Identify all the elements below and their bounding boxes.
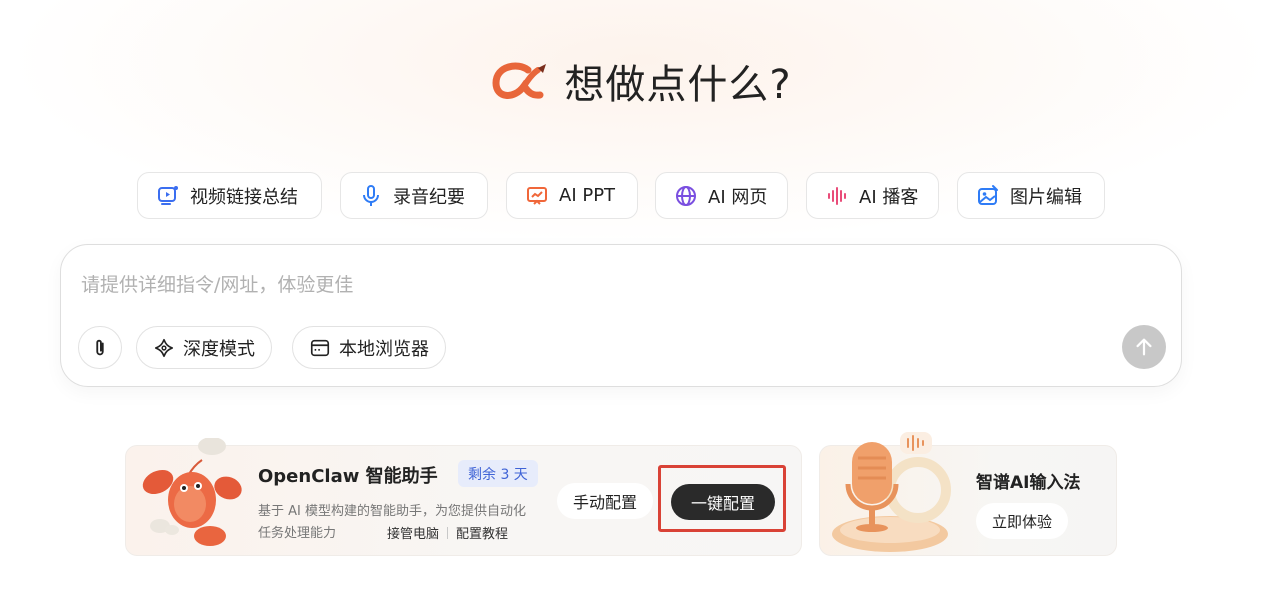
presentation-icon bbox=[527, 186, 547, 205]
image-edit-icon bbox=[978, 184, 998, 205]
chip-label: AI 网页 bbox=[708, 186, 768, 208]
chip-label: AI PPT bbox=[559, 185, 616, 206]
chip-label: 图片编辑 bbox=[1010, 186, 1082, 208]
chip-label: 录音纪要 bbox=[393, 186, 465, 208]
one-click-config-button[interactable]: 一键配置 bbox=[671, 484, 775, 520]
chip-image-edit[interactable]: 图片编辑 bbox=[957, 172, 1105, 219]
manual-config-button[interactable]: 手动配置 bbox=[557, 483, 654, 519]
hero: 想做点什么? bbox=[0, 52, 1280, 110]
deep-mode-icon bbox=[154, 338, 174, 357]
ime-title: 智谱AI输入法 bbox=[976, 473, 1081, 493]
ime-card: 智谱AI输入法 立即体验 bbox=[819, 432, 1117, 556]
arrow-up-icon bbox=[1136, 338, 1152, 356]
chip-ai-ppt[interactable]: AI PPT bbox=[506, 172, 638, 219]
takeover-computer-link[interactable]: 接管电脑 bbox=[387, 523, 439, 542]
try-now-button[interactable]: 立即体验 bbox=[976, 503, 1069, 539]
chip-ai-webpage[interactable]: AI 网页 bbox=[655, 172, 788, 219]
browser-window-icon bbox=[310, 339, 330, 356]
prompt-composer: 深度模式 本地浏览器 bbox=[60, 244, 1182, 387]
lobster-mascot-icon bbox=[142, 438, 242, 546]
attach-button[interactable] bbox=[78, 326, 122, 369]
openclaw-title: OpenClaw 智能助手 bbox=[258, 466, 438, 487]
chip-label: AI 播客 bbox=[859, 186, 919, 208]
deep-mode-label: 深度模式 bbox=[183, 338, 255, 360]
audio-wave-icon bbox=[828, 186, 846, 205]
globe-icon bbox=[676, 185, 696, 206]
divider bbox=[447, 526, 449, 539]
microphone-icon bbox=[363, 184, 379, 206]
chip-recording-notes[interactable]: 录音纪要 bbox=[340, 172, 488, 219]
paperclip-icon bbox=[96, 339, 104, 355]
chip-video-summary[interactable]: 视频链接总结 bbox=[137, 172, 322, 219]
video-summary-icon bbox=[158, 185, 178, 205]
podcast-microphone-illustration-icon bbox=[832, 432, 951, 552]
brand-logo-icon bbox=[492, 62, 547, 99]
send-button[interactable] bbox=[1122, 325, 1166, 369]
chip-label: 视频链接总结 bbox=[190, 186, 298, 208]
prompt-input[interactable] bbox=[79, 269, 1083, 301]
local-browser-button[interactable]: 本地浏览器 bbox=[292, 326, 446, 369]
local-browser-label: 本地浏览器 bbox=[339, 338, 429, 360]
openclaw-card: OpenClaw 智能助手 剩余 3 天 基于 AI 模型构建的智能助手，为您提… bbox=[125, 438, 802, 556]
trial-remaining-badge: 剩余 3 天 bbox=[458, 460, 538, 487]
page-title: 想做点什么? bbox=[564, 62, 792, 108]
openclaw-links: 接管电脑 配置教程 bbox=[387, 523, 508, 542]
config-tutorial-link[interactable]: 配置教程 bbox=[456, 523, 508, 542]
deep-mode-button[interactable]: 深度模式 bbox=[136, 326, 272, 369]
chip-ai-podcast[interactable]: AI 播客 bbox=[806, 172, 939, 219]
